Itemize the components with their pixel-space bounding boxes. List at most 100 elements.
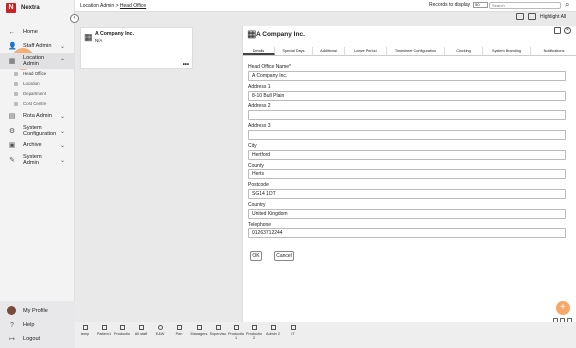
highlight-all-toggle[interactable]: Highlight All xyxy=(540,14,566,20)
app-icon xyxy=(196,325,202,330)
calendar-icon: ▤ xyxy=(8,113,16,120)
sidebar-item-system-admin[interactable]: ✎ System Admin ⌄ xyxy=(0,153,75,167)
app-icon xyxy=(101,325,107,330)
logout-icon: ↦ xyxy=(9,336,15,343)
location-icon xyxy=(14,81,18,86)
county-field[interactable]: Herts xyxy=(248,169,566,179)
app-shortcut[interactable]: Productio xyxy=(113,325,131,336)
address-2-field[interactable] xyxy=(248,110,566,120)
archive-icon: ▣ xyxy=(8,142,16,149)
sidebar-item-label: Staff Admin xyxy=(23,43,52,49)
chevron-down-icon: ⌄ xyxy=(60,142,66,149)
sidebar-item-my-profile[interactable]: My Profile xyxy=(0,307,75,315)
city-field[interactable]: Hertford xyxy=(248,150,566,160)
tab-system-branding[interactable]: System Branding xyxy=(483,47,531,55)
sidebar-subitem-head-office[interactable]: Head Office xyxy=(14,71,46,76)
app-logo[interactable]: N Nextra xyxy=(6,3,40,13)
sidebar-item-rota-admin[interactable]: ▤ Rota Admin ⌄ xyxy=(0,112,75,120)
grid-view-icon[interactable] xyxy=(528,13,536,20)
tab-additional[interactable]: Additional xyxy=(313,47,345,55)
app-shortcut[interactable]: All staff xyxy=(132,325,150,336)
sidebar-subitem-department[interactable]: Department xyxy=(14,91,46,96)
search-input[interactable]: Search xyxy=(489,2,561,9)
app-shortcut[interactable]: Pattern1 xyxy=(95,325,113,336)
records-select[interactable]: 50 xyxy=(473,2,489,8)
ok-button[interactable]: OK xyxy=(250,251,262,261)
head-office-icon xyxy=(14,71,18,76)
chevron-up-icon: ⌃ xyxy=(60,58,66,65)
app-shortcut[interactable]: Pan xyxy=(170,325,188,336)
list-view-icon[interactable] xyxy=(516,13,524,20)
tab-leave-period[interactable]: Leave Period xyxy=(345,47,387,55)
app-shortcut[interactable]: E&W xyxy=(151,325,169,336)
search-icon[interactable]: ⌕ xyxy=(565,0,569,10)
app-shortcut[interactable]: Productio 1 xyxy=(227,325,245,340)
sidebar-item-staff-admin[interactable]: 👤 Staff Admin ⌄ xyxy=(0,42,75,50)
collapse-sidebar-button[interactable]: ‹ xyxy=(70,14,79,23)
address-1-field[interactable]: 8-10 Bull Plain xyxy=(248,91,566,101)
tab-timesheet-configuration[interactable]: Timesheet Configuration xyxy=(387,47,445,55)
country-field[interactable]: United Kingdom xyxy=(248,209,566,219)
tab-clocking[interactable]: Clocking xyxy=(445,47,483,55)
postcode-field[interactable]: SG14 1DT xyxy=(248,189,566,199)
card-subtitle: N/A xyxy=(95,38,103,43)
panel-actions: × xyxy=(554,27,571,34)
address-2-label: Address 2 xyxy=(248,103,271,109)
sidebar-item-location-admin[interactable]: ▦ Location Admin ⌃ xyxy=(0,53,75,69)
records-label: Records to display xyxy=(429,2,471,8)
top-bar: Location Admin > Head Office Records to … xyxy=(75,0,576,12)
cost-centre-icon xyxy=(14,101,18,106)
add-button[interactable]: + xyxy=(556,301,570,315)
sidebar-item-logout[interactable]: ↦ Logout xyxy=(0,335,75,343)
app-label: Productio xyxy=(113,332,131,336)
building-icon: ▦ xyxy=(84,32,93,42)
breadcrumb-current[interactable]: Head Office xyxy=(120,3,146,9)
app-shortcut[interactable]: Supervisc xyxy=(209,325,227,336)
sidebar-subitem-label: Cost Centre xyxy=(23,101,47,106)
card-title: A Company Inc. xyxy=(95,31,135,37)
app-shortcut[interactable]: Admin 2 xyxy=(264,325,282,336)
sidebar-item-archive[interactable]: ▣ Archive ⌄ xyxy=(0,141,75,149)
close-icon[interactable]: × xyxy=(564,27,571,34)
tab-special-days[interactable]: Special Days xyxy=(275,47,313,55)
app-shortcut[interactable]: IT xyxy=(284,325,302,336)
app-shortcut[interactable]: Productio 2 xyxy=(245,325,263,340)
tab-details[interactable]: Details xyxy=(243,47,275,55)
breadcrumb-root[interactable]: Location Admin xyxy=(80,3,114,9)
sidebar-item-label: Archive xyxy=(23,142,42,148)
head-office-name-field[interactable]: A Company Inc. xyxy=(248,71,566,81)
postcode-label: Postcode xyxy=(248,182,269,188)
address-3-field[interactable] xyxy=(248,130,566,140)
app-icon xyxy=(290,325,296,330)
sidebar-subitem-location[interactable]: Location xyxy=(14,81,40,86)
panel-title: A Company Inc. xyxy=(256,31,305,38)
app-label: Productio 2 xyxy=(245,332,263,340)
app-shortcut[interactable]: temp xyxy=(76,325,94,336)
sidebar-item-label: System Admin xyxy=(23,154,42,166)
app-label: Supervisc xyxy=(209,332,227,336)
panel-tabs: Details Special Days Additional Leave Pe… xyxy=(243,47,576,56)
telephone-field[interactable]: 01263712244 xyxy=(248,228,566,238)
tab-notifications[interactable]: Notifications xyxy=(531,47,576,55)
sidebar-item-label: Rota Admin xyxy=(23,113,52,119)
app-label: Productio 1 xyxy=(227,332,245,340)
sidebar-item-system-configuration[interactable]: ⚙ System Configuration ⌄ xyxy=(0,124,75,138)
app-name: Nextra xyxy=(21,5,40,11)
app-icon xyxy=(176,325,182,330)
head-office-card[interactable]: ▦ A Company Inc. N/A ••• xyxy=(80,27,193,69)
app-icon xyxy=(82,325,88,330)
sidebar-subitem-label: Location xyxy=(23,81,40,86)
chevron-down-icon: ⌄ xyxy=(60,43,66,50)
more-options-icon[interactable]: ••• xyxy=(183,62,189,68)
country-label: Country xyxy=(248,202,266,208)
sidebar-item-label: Help xyxy=(23,322,35,328)
sidebar-item-help[interactable]: ? Help xyxy=(0,321,75,329)
app-label: Pan xyxy=(175,332,183,336)
city-label: City xyxy=(248,143,257,149)
app-shortcut[interactable]: Managers xyxy=(190,325,208,336)
sidebar-subitem-cost-centre[interactable]: Cost Centre xyxy=(14,101,46,106)
cancel-button[interactable]: Cancel xyxy=(274,251,294,261)
sidebar-item-home[interactable]: ← Home xyxy=(0,28,75,36)
expand-icon[interactable] xyxy=(554,27,561,34)
head-office-name-label: Head Office Name* xyxy=(248,64,291,70)
